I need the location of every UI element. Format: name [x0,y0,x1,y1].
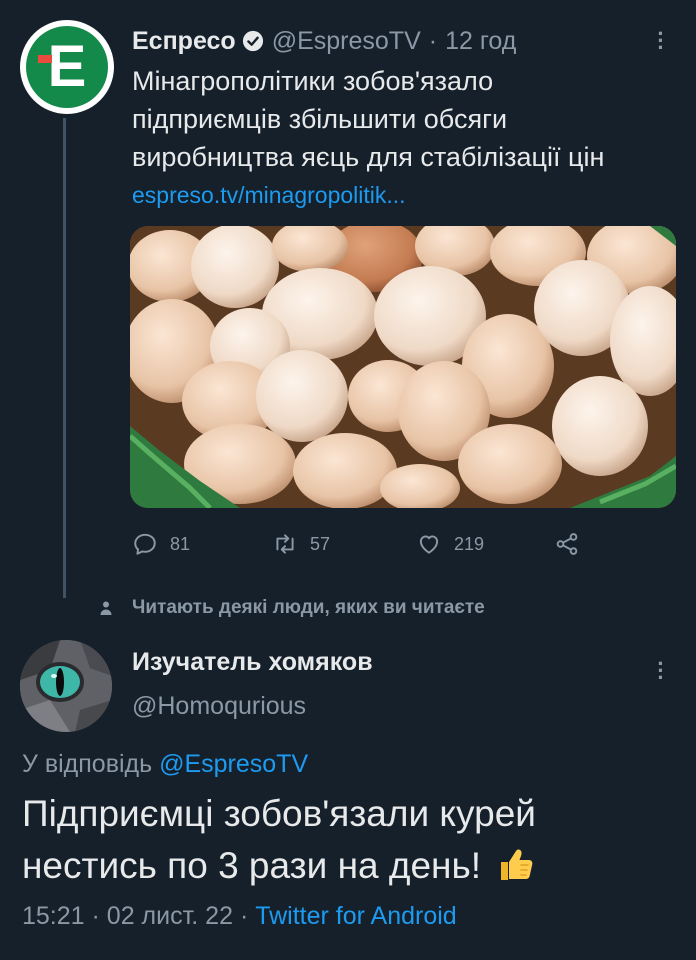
reply-count: 81 [170,533,191,554]
reply-author-handle[interactable]: @Homoqurious [132,692,306,721]
like-count: 219 [454,533,485,554]
tweet-header: Еспресо @EspresoTV · 12 год [132,24,516,58]
reply-action[interactable]: 81 [132,526,190,562]
reply-text-line-2: нестись по 3 рази на день! [22,840,682,892]
avatar-homoqurious[interactable] [20,640,112,732]
cat-avatar-image [20,640,112,732]
like-action[interactable]: 219 [416,526,484,562]
tweet-image-eggs[interactable] [130,226,676,508]
reply-text-content: нестись по 3 рази на день! [22,845,482,886]
avatar-espreso-background: E [26,26,108,108]
share-icon [556,533,578,555]
reply-to-prefix: У відповідь [22,750,153,778]
tweet-text-line: виробництва яєць для стабілізації цін [132,142,605,172]
retweet-count: 57 [310,533,331,554]
retweet-icon [276,534,294,554]
share-action[interactable] [554,526,592,562]
more-options-icon[interactable]: · · · [656,653,666,689]
social-context-text: Читають деякі люди, яких ви читаєте [132,597,485,618]
reply-meta: 15:21 · 02 лист. 22 · Twitter for Androi… [22,902,457,931]
reply-source[interactable]: Twitter for Android [255,902,456,930]
retweet-action[interactable]: 57 [272,526,330,562]
verified-badge-icon [242,30,264,52]
avatar-espreso-accent [38,55,52,63]
reply-text-line: Підприємці зобов'язали курей [22,793,536,834]
reply-date[interactable]: 02 лист. 22 [107,902,233,930]
more-options-icon[interactable]: · · · [656,23,666,59]
eggs-photo [130,226,676,508]
avatar-espreso[interactable]: E [20,20,114,114]
header-separator: · [428,26,438,55]
tweet-actions: 81 57 219 [132,526,652,562]
author-handle[interactable]: @EspresoTV [272,27,421,56]
social-context: Читають деякі люди, яких ви читаєте [98,594,485,622]
thread-line [63,118,66,598]
reply-icon [134,533,156,555]
meta-separator: · [91,902,100,930]
tweet-text-line: підприємців збільшити обсяги [132,104,508,134]
reply-to-line: У відповідь @EspresoTV [22,750,308,779]
tweet-text: Мінагрополітики зобов'язало підприємців … [132,62,672,214]
avatar-espreso-letter: E [47,34,87,99]
author-name[interactable]: Еспресо [132,27,236,56]
reply-to-mention[interactable]: @EspresoTV [159,750,308,778]
like-icon [419,535,439,554]
thumbs-up-icon [493,842,537,886]
meta-separator: · [239,902,249,930]
person-icon [100,601,112,615]
article-link[interactable]: espreso.tv/minagropolitik... [132,176,672,214]
tweet-time[interactable]: 12 год [445,27,516,56]
reply-author-name[interactable]: Изучатель хомяков [132,648,373,677]
tweet-text-line: Мінагрополітики зобов'язало [132,66,494,96]
reply-time[interactable]: 15:21 [22,902,85,930]
reply-text: Підприємці зобов'язали курей нестись по … [22,788,682,892]
